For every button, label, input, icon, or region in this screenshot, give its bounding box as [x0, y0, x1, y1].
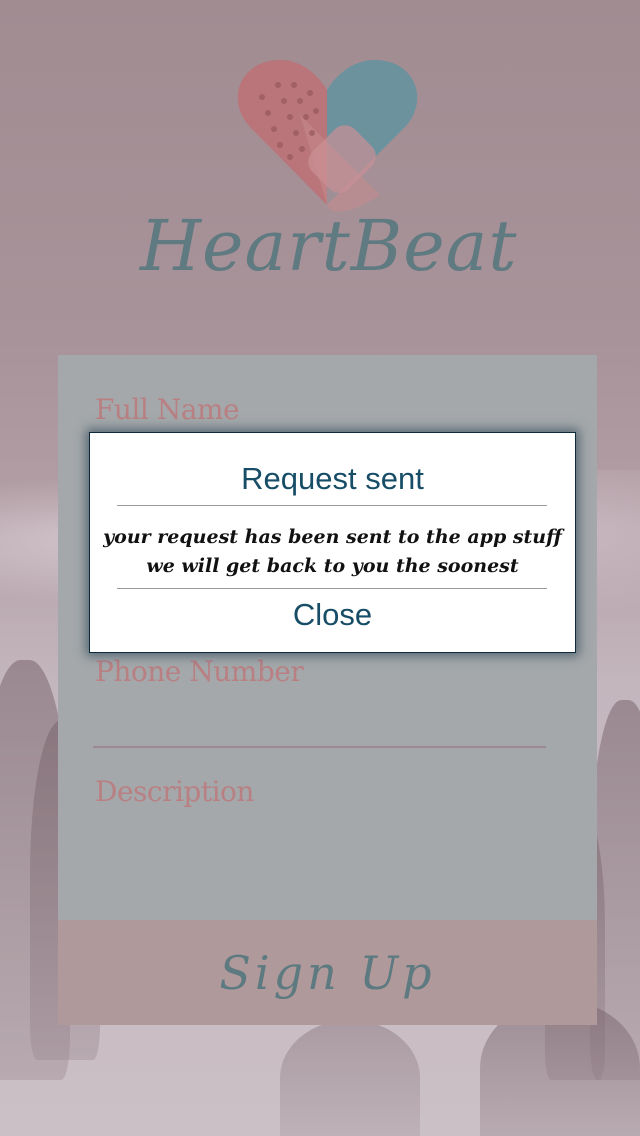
app-title: HeartBeat: [140, 205, 518, 287]
request-sent-dialog: Request sent your request has been sent …: [89, 432, 576, 653]
close-button[interactable]: Close: [90, 597, 575, 633]
dialog-message: your request has been sent to the app st…: [90, 523, 575, 581]
description-field[interactable]: Description: [95, 775, 254, 808]
dialog-title: Request sent: [241, 461, 424, 496]
dialog-divider: [117, 588, 547, 589]
dialog-divider: [117, 505, 547, 506]
full-name-field[interactable]: Full Name: [95, 393, 240, 426]
phone-number-field[interactable]: Phone Number: [95, 655, 304, 688]
sign-up-button[interactable]: Sign Up: [58, 920, 597, 1025]
heart-bandage-icon: [230, 55, 425, 215]
dialog-message-line: your request has been sent to the app st…: [103, 526, 562, 548]
dialog-message-line: we will get back to you the soonest: [146, 555, 519, 577]
background-tree: [280, 1020, 420, 1136]
phone-field-underline: [93, 746, 546, 748]
